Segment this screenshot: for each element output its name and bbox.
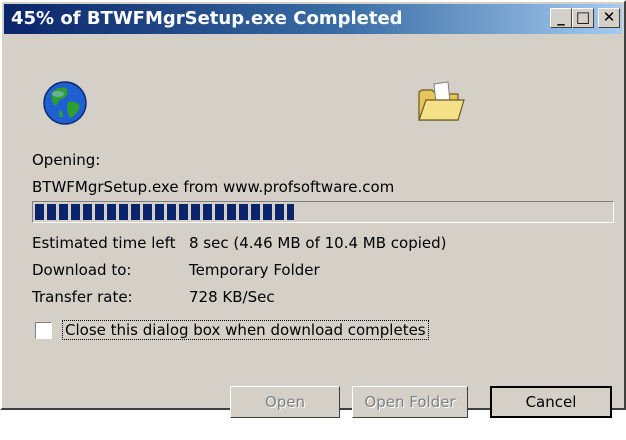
title-bar[interactable]: 45% of BTWFMgrSetup.exe Completed _ □ ✕ [4,4,622,34]
download-to-value: Temporary Folder [189,261,320,279]
file-source-text: BTWFMgrSetup.exe from www.profsoftware.c… [32,178,395,196]
open-folder-button[interactable]: Open Folder [352,386,468,418]
cancel-button[interactable]: Cancel [490,386,612,418]
close-on-complete-checkbox[interactable] [35,322,52,339]
opening-label: Opening: [32,151,101,169]
time-left-label: Estimated time left [32,234,176,252]
open-folder-icon [418,81,465,121]
transfer-rate-value: 728 KB/Sec [189,288,275,306]
download-to-label: Download to: [32,261,132,279]
window-title: 45% of BTWFMgrSetup.exe Completed [11,8,403,29]
open-button[interactable]: Open [230,386,340,418]
globe-icon [43,81,87,125]
close-button[interactable]: ✕ [598,8,620,28]
progress-fill [35,204,294,220]
download-dialog: 45% of BTWFMgrSetup.exe Completed _ □ ✕ … [0,0,626,418]
transfer-rate-label: Transfer rate: [32,288,133,306]
maximize-button[interactable]: □ [572,8,594,28]
close-on-complete-label[interactable]: Close this dialog box when download comp… [62,320,429,340]
time-left-value: 8 sec (4.46 MB of 10.4 MB copied) [189,234,447,252]
download-progress-bar [32,201,614,223]
minimize-button[interactable]: _ [550,8,572,28]
